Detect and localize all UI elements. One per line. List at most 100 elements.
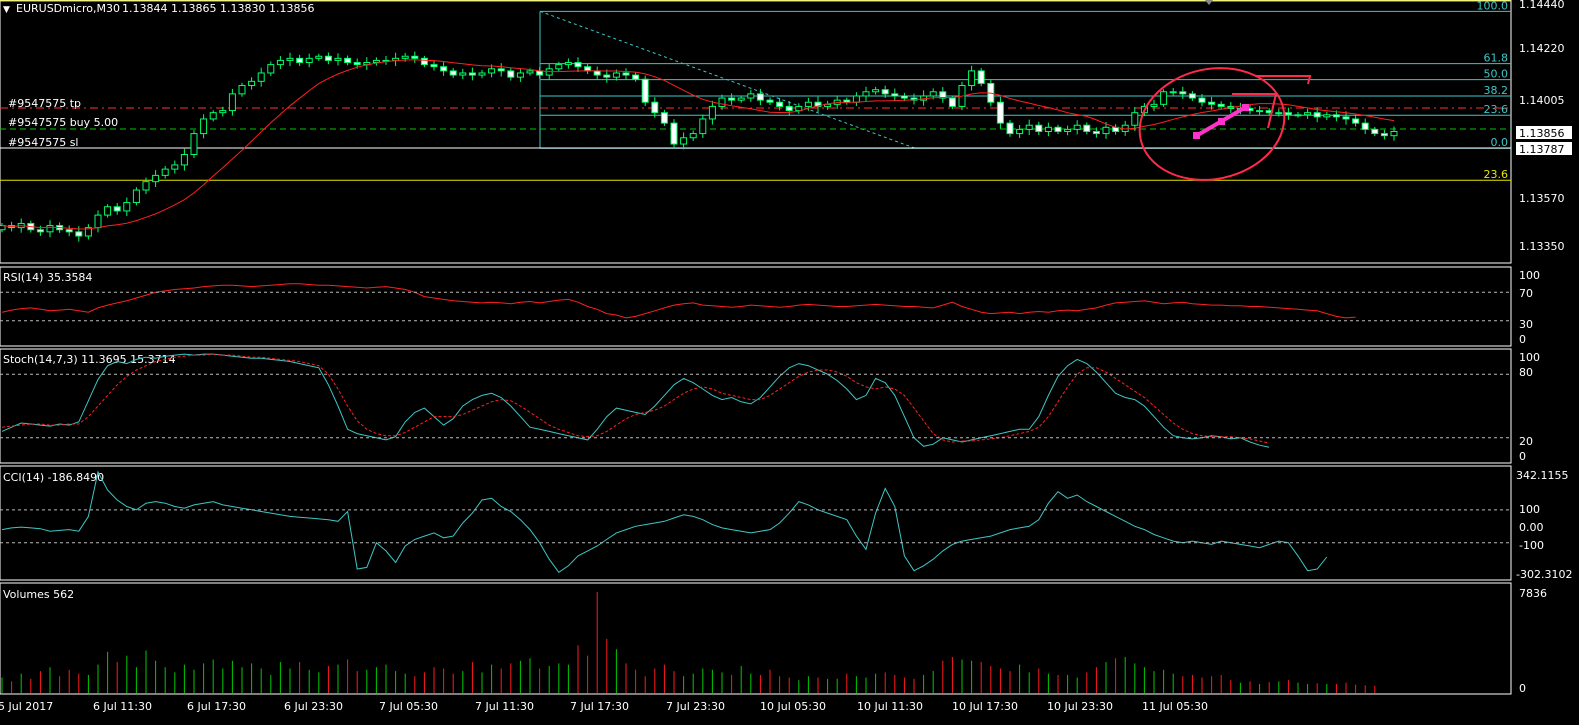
candle-bull	[123, 202, 131, 212]
candle-bear	[881, 89, 889, 95]
time-label: 7 Jul 05:30	[379, 700, 438, 713]
candle-bull	[132, 189, 140, 204]
stoch-tick: 20	[1519, 435, 1533, 448]
volume-tick: 0	[1519, 682, 1526, 695]
sl-price-label: 1.13787	[1519, 143, 1565, 156]
candle-bull	[689, 133, 697, 139]
candle-bull	[209, 112, 217, 120]
candle-bear	[507, 70, 515, 78]
candle-bull	[612, 72, 620, 78]
candle-bear	[449, 70, 457, 76]
candle-bull	[142, 181, 150, 191]
fibo-level-label: 50.0	[1484, 68, 1509, 81]
candle-bear	[36, 229, 44, 233]
stoch-panel	[0, 353, 1511, 448]
candle-bull	[305, 57, 313, 64]
candle-bull	[286, 57, 294, 61]
candle-bull	[1150, 103, 1158, 107]
time-axis: 5 Jul 2017 6 Jul 11:30 6 Jul 17:30 6 Jul…	[0, 700, 1208, 713]
fibo-retracement[interactable]: 100.0 61.8 50.0 38.2 23.6 0.0 23.6	[0, 0, 1511, 181]
cci-label: CCI(14) -186.8490	[3, 471, 104, 484]
candle-bear	[1188, 93, 1196, 99]
time-label: 7 Jul 11:30	[475, 700, 534, 713]
candle-bear	[1092, 131, 1100, 135]
candle-bear	[651, 101, 659, 114]
candle-bear	[1361, 122, 1369, 130]
candle-bull	[488, 68, 496, 74]
time-label: 10 Jul 23:30	[1047, 700, 1113, 713]
candle-bear	[891, 93, 899, 97]
candle-bull	[1390, 131, 1398, 137]
candle-bear	[75, 231, 83, 237]
stoch-main-line	[1, 353, 1270, 448]
rsi-panel	[0, 283, 1511, 322]
candle-bull	[94, 214, 102, 229]
candle-bull	[680, 137, 688, 145]
annotations[interactable]	[1129, 0, 1312, 193]
candle-bull	[1160, 91, 1168, 105]
order-sl-label[interactable]: #9547575 sl	[8, 136, 79, 149]
time-label: 7 Jul 17:30	[570, 700, 629, 713]
price-tick: 1.14220	[1519, 42, 1565, 55]
panel-border-vol	[0, 582, 1512, 695]
candle-bull	[219, 110, 227, 114]
candle-bull	[248, 80, 256, 87]
candle-bull	[1102, 126, 1110, 135]
cci-line	[1, 470, 1328, 573]
candle-bull	[929, 91, 937, 97]
candle-bear	[660, 112, 668, 124]
candle-bull	[104, 206, 112, 216]
candle-bear	[468, 72, 476, 76]
candle-bull	[516, 72, 524, 78]
chart-symbol: EURUSDmicro,M30	[16, 2, 120, 15]
time-label: 6 Jul 23:30	[284, 700, 343, 713]
time-label: 5 Jul 2017	[0, 700, 53, 713]
candle-bear	[996, 101, 1004, 124]
candle-bear	[603, 74, 611, 78]
candle-bear	[977, 70, 985, 84]
candle-bear	[574, 62, 582, 68]
candle-bull	[1044, 126, 1052, 132]
candle-bear	[1035, 124, 1043, 132]
candle-bear	[1083, 124, 1091, 132]
cci-panel	[0, 470, 1511, 573]
candle-bear	[728, 97, 736, 101]
candle-bear	[1054, 126, 1062, 132]
candle-bull	[872, 89, 880, 93]
arrow-point	[1193, 132, 1200, 139]
cci-tick: -302.3102	[1516, 568, 1572, 581]
candle-bull	[276, 59, 284, 66]
candle-bear	[1380, 133, 1388, 137]
candle-bear	[430, 64, 438, 68]
candle-bear	[1006, 122, 1014, 135]
candle-bull	[161, 168, 169, 176]
candle-bull	[1323, 114, 1331, 118]
candle-bear	[1198, 97, 1206, 103]
chart-menu-triangle-icon[interactable]: ▼	[3, 5, 10, 15]
arrow-point	[1242, 104, 1249, 111]
candle-bull	[1064, 128, 1072, 132]
time-label: 6 Jul 17:30	[187, 700, 246, 713]
panel-border-main	[0, 0, 1512, 264]
stoch-tick: 80	[1519, 366, 1533, 379]
scroll-marker-icon	[1205, 0, 1213, 5]
candle-bull	[238, 85, 246, 95]
cci-tick: 0.00	[1519, 521, 1544, 534]
candle-bear	[1332, 114, 1340, 118]
candle-bull	[1256, 110, 1264, 113]
candle-bull	[555, 64, 563, 70]
order-buy-label[interactable]: #9547575 buy 5.00	[8, 116, 118, 129]
price-tick: 1.14005	[1519, 94, 1565, 107]
candle-bull	[968, 70, 976, 87]
candle-bear	[1284, 112, 1292, 116]
cci-tick: 100	[1519, 503, 1540, 516]
candle-bull	[526, 70, 534, 74]
time-label: 11 Jul 05:30	[1142, 700, 1208, 713]
fibo-level-label: 23.6	[1484, 168, 1509, 181]
trading-chart[interactable]: ▼ EURUSDmicro,M30 1.13844 1.13865 1.1383…	[0, 0, 1579, 725]
candle-bear	[785, 105, 793, 112]
rsi-tick: 0	[1519, 333, 1526, 346]
fibo-level-label: 61.8	[1484, 52, 1509, 65]
candle-bear	[622, 72, 630, 76]
rsi-line	[1, 283, 1356, 319]
